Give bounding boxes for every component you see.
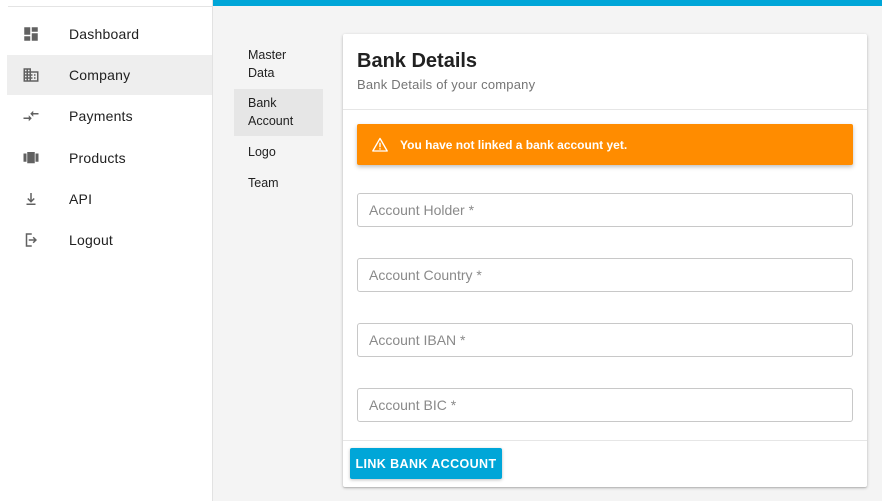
subnav-item-label: Master Data — [248, 48, 287, 80]
sidebar: Dashboard Company Payments Products API … — [0, 0, 213, 501]
sidebar-item-label: Dashboard — [69, 26, 140, 42]
sidebar-top-divider — [8, 6, 212, 7]
alert-message: You have not linked a bank account yet. — [400, 137, 628, 152]
account-country-field[interactable] — [357, 258, 853, 292]
sidebar-item-label: API — [69, 191, 93, 207]
subnav-item-label: Team — [248, 176, 279, 190]
sidebar-item-payments[interactable]: Payments — [7, 96, 212, 136]
account-bic-field[interactable] — [357, 388, 853, 422]
subnav-item-label: Bank Account — [248, 96, 294, 128]
account-iban-field[interactable] — [357, 323, 853, 357]
card-footer-divider — [343, 440, 867, 441]
card-subtitle: Bank Details of your company — [357, 77, 536, 92]
subnav-item-team[interactable]: Team — [234, 175, 323, 193]
sidebar-item-products[interactable]: Products — [7, 138, 212, 178]
sidebar-item-label: Payments — [69, 108, 133, 124]
dashboard-icon — [21, 24, 41, 44]
link-bank-account-button[interactable]: LINK BANK ACCOUNT — [350, 448, 502, 479]
payments-icon — [21, 106, 41, 126]
sidebar-item-company[interactable]: Company — [7, 55, 212, 95]
account-country-input[interactable] — [358, 259, 852, 291]
subnav-item-bank-account[interactable]: Bank Account — [234, 89, 323, 136]
subnav-item-master-data[interactable]: Master Data — [234, 47, 310, 82]
company-icon — [21, 65, 41, 85]
sidebar-item-dashboard[interactable]: Dashboard — [7, 14, 212, 54]
account-bic-input[interactable] — [358, 389, 852, 421]
subnav-item-label: Logo — [248, 145, 276, 159]
subnav-item-logo[interactable]: Logo — [234, 144, 323, 162]
api-icon — [21, 189, 41, 209]
sidebar-item-label: Logout — [69, 232, 114, 248]
sidebar-item-logout[interactable]: Logout — [7, 220, 212, 260]
account-holder-input[interactable] — [358, 194, 852, 226]
sidebar-item-api[interactable]: API — [7, 179, 212, 219]
card-title: Bank Details — [357, 50, 478, 72]
bank-details-card: Bank Details Bank Details of your compan… — [343, 34, 867, 487]
warning-icon — [371, 136, 389, 154]
account-iban-input[interactable] — [358, 324, 852, 356]
account-holder-field[interactable] — [357, 193, 853, 227]
products-icon — [21, 148, 41, 168]
card-header-divider — [343, 109, 867, 110]
sidebar-item-label: Products — [69, 150, 126, 166]
logout-icon — [21, 230, 41, 250]
sidebar-item-label: Company — [69, 67, 131, 83]
no-bank-account-alert: You have not linked a bank account yet. — [357, 124, 853, 165]
top-accent-bar — [213, 0, 882, 6]
